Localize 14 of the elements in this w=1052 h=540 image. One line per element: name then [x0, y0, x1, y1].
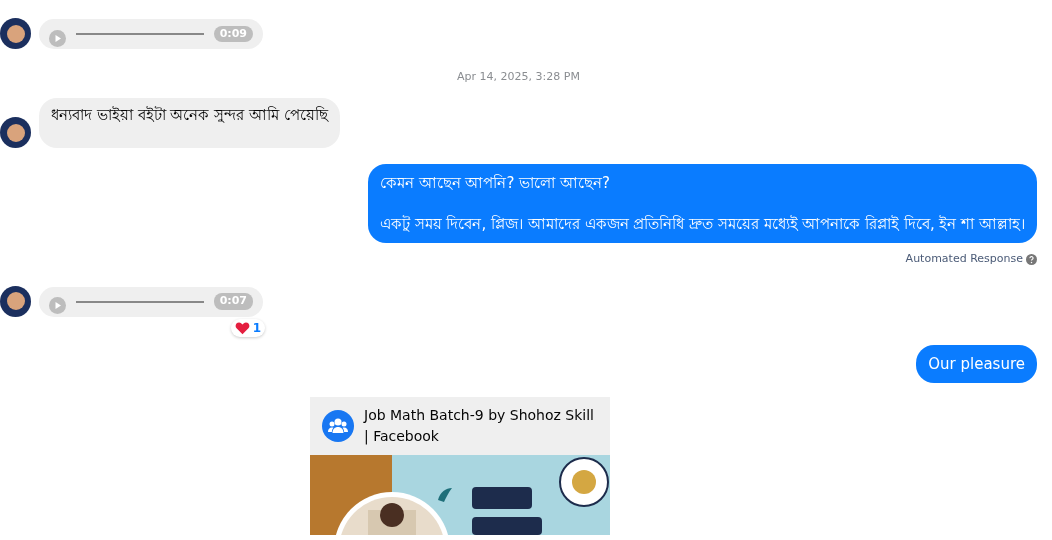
message-bubble: Our pleasure	[916, 344, 1037, 383]
duration-label: 0:09	[213, 25, 253, 43]
automated-response-label: Automated Response	[905, 251, 1023, 267]
link-title: Job Math Batch-9 by Shohoz Skill | Facebook	[364, 406, 595, 447]
progress-track[interactable]	[76, 300, 204, 303]
message-bubble: কেমন আছেন আপনি? ভালো আছেন? একটু সময় দিবেন, প্লিজ। আমাদের একজন প্রতিনিধি দ্রুত সময়ের মধ্যেই আপনাকে রিপ্লাই দিবে, ইন শা আল্লাহ।	[367, 164, 1037, 243]
duration-label: 0:07	[213, 293, 253, 310]
group-icon	[322, 410, 354, 442]
timestamp: Apr 14, 2025, 3:28 PM	[456, 69, 581, 85]
message-bubble: ধন্যবাদ ভাইয়া বইটা অনেক সুন্দর আমি পেয়েছি	[39, 97, 340, 148]
heart-icon	[234, 320, 250, 335]
help-icon[interactable]	[1026, 253, 1037, 265]
reaction-count: 1	[252, 319, 261, 337]
link-preview-card[interactable]: Job Math Batch-9 by Shohoz Skill | Facebook	[310, 397, 610, 535]
